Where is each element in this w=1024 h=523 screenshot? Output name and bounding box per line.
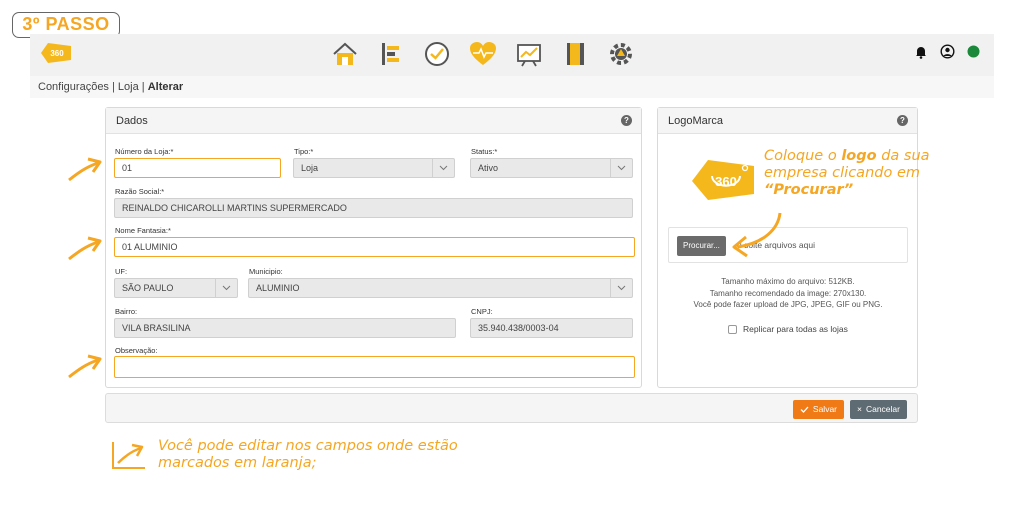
- user-circle-icon[interactable]: [940, 44, 955, 59]
- bell-icon[interactable]: [914, 45, 928, 59]
- list-icon[interactable]: [374, 39, 407, 69]
- logomarca-panel-header: LogoMarca ?: [658, 108, 917, 134]
- heart-pulse-icon[interactable]: [466, 39, 499, 69]
- user-controls: [914, 44, 980, 59]
- logo-tip-quoted: “Procurar”: [764, 182, 854, 198]
- uf-select[interactable]: SÃO PAULO: [114, 278, 238, 298]
- main-nav-icons: [328, 39, 637, 69]
- status-dot-icon: [967, 45, 980, 58]
- nome-fantasia-label: Nome Fantasia:*: [115, 226, 171, 235]
- file-drop-zone[interactable]: Procurar... u solte arquivos aqui: [668, 227, 908, 263]
- svg-text:360: 360: [715, 174, 737, 189]
- cancelar-button[interactable]: × Cancelar: [850, 400, 907, 419]
- upload-info-formats: Você pode fazer upload de JPG, JPEG, GIF…: [693, 300, 883, 309]
- upload-info-max-size: Tamanho máximo do arquivo: 512KB.: [721, 277, 855, 286]
- municipio-select[interactable]: ALUMINIO: [248, 278, 633, 298]
- tipo-select[interactable]: Loja: [293, 158, 455, 178]
- chevron-down-icon: [610, 159, 632, 177]
- notebook-icon[interactable]: [558, 39, 591, 69]
- procurar-button[interactable]: Procurar...: [677, 236, 726, 256]
- svg-text:360: 360: [50, 49, 64, 58]
- logomarca-panel-title: LogoMarca: [668, 115, 724, 127]
- status-label: Status:*: [471, 147, 498, 156]
- bairro-label: Bairro:: [115, 307, 138, 316]
- salvar-button-label: Salvar: [812, 404, 837, 414]
- replicar-checkbox[interactable]: [728, 324, 737, 334]
- logo-tip-bold: logo: [841, 148, 877, 164]
- help-icon[interactable]: ?: [621, 115, 632, 126]
- logo-360-icon[interactable]: 360: [38, 41, 74, 65]
- top-nav-bar: 360: [30, 34, 994, 76]
- breadcrumb-loja[interactable]: Loja: [118, 81, 139, 93]
- breadcrumb-configuracoes[interactable]: Configurações: [38, 81, 109, 93]
- razao-social-input[interactable]: REINALDO CHICAROLLI MARTINS SUPERMERCADO: [114, 198, 633, 218]
- municipio-label: Municipio:: [249, 267, 283, 276]
- dados-panel: Dados ? Número da Loja:* 01 Tipo:* Loja …: [105, 107, 642, 388]
- save-check-icon: [800, 406, 809, 413]
- close-icon: ×: [857, 404, 862, 414]
- observacao-label: Observação:: [115, 346, 158, 355]
- upload-info: Tamanho máximo do arquivo: 512KB. Tamanh…: [658, 276, 918, 311]
- salvar-button[interactable]: Salvar: [792, 400, 844, 419]
- nome-fantasia-input[interactable]: 01 ALUMINIO: [114, 237, 635, 257]
- breadcrumb-current: Alterar: [147, 81, 184, 93]
- status-select-value: Ativo: [478, 163, 499, 173]
- numero-loja-input[interactable]: 01: [114, 158, 281, 178]
- bairro-input[interactable]: VILA BRASILINA: [114, 318, 456, 338]
- numero-loja-label: Número da Loja:*: [115, 147, 174, 156]
- status-select[interactable]: Ativo: [470, 158, 633, 178]
- dados-panel-title: Dados: [116, 115, 148, 127]
- breadcrumb-separator: |: [138, 81, 148, 93]
- breadcrumb: Configurações | Loja | Alterar: [38, 81, 183, 93]
- cnpj-label: CNPJ:: [471, 307, 493, 316]
- uf-select-value: SÃO PAULO: [122, 283, 174, 293]
- chart-board-icon[interactable]: [512, 39, 545, 69]
- municipio-select-value: ALUMINIO: [256, 283, 300, 293]
- dados-panel-header: Dados ?: [106, 108, 641, 134]
- cnpj-input[interactable]: 35.940.438/0003-04: [470, 318, 633, 338]
- tipo-select-value: Loja: [301, 163, 319, 173]
- upload-info-recommended-size: Tamanho recomendado da image: 270x130.: [709, 288, 867, 298]
- hint-arrow-icon: [112, 442, 145, 469]
- arrow-pointer-icon: [68, 157, 102, 182]
- logo-preview-360-icon: 360: [692, 160, 754, 200]
- arrow-pointer-icon: [68, 236, 102, 261]
- observacao-input[interactable]: [114, 356, 635, 378]
- action-bar: Salvar × Cancelar: [105, 393, 918, 423]
- chevron-down-icon: [432, 159, 454, 177]
- replicar-label: Replicar para todas as lojas: [743, 324, 848, 334]
- breadcrumb-separator: |: [108, 81, 118, 93]
- help-icon[interactable]: ?: [897, 115, 908, 126]
- logo-tip-part1: Coloque o: [764, 148, 842, 164]
- chevron-down-icon: [215, 279, 237, 297]
- cancelar-button-label: Cancelar: [865, 404, 900, 414]
- gear-icon[interactable]: [604, 39, 637, 69]
- arrow-pointer-icon: [68, 354, 102, 379]
- logo-tip-annotation: Coloque o logo da sua empresa clicando e…: [764, 148, 944, 199]
- home-icon[interactable]: [328, 39, 361, 69]
- replicar-option: Replicar para todas as lojas: [728, 324, 848, 334]
- uf-label: UF:: [115, 267, 128, 276]
- check-circle-icon[interactable]: [420, 39, 453, 69]
- razao-social-label: Razão Social:*: [115, 187, 165, 196]
- tipo-label: Tipo:*: [294, 147, 314, 156]
- curved-arrow-icon: [732, 212, 782, 258]
- bottom-tip-annotation: Você pode editar nos campos onde estão m…: [158, 438, 458, 471]
- chevron-down-icon: [610, 279, 632, 297]
